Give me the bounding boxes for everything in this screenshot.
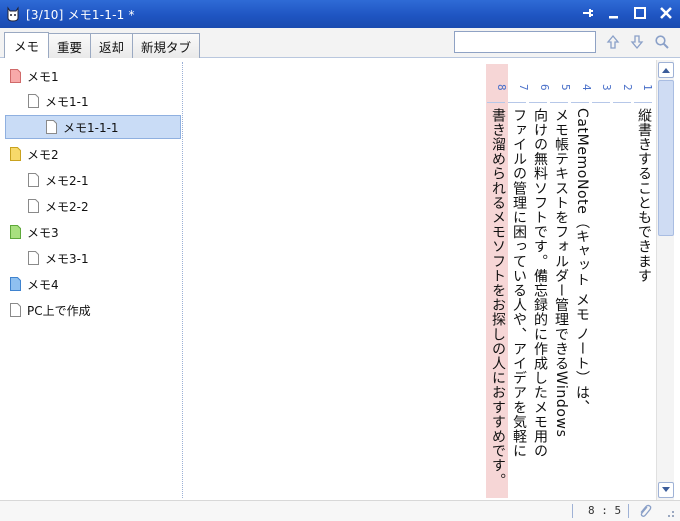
- tree-node-memo1[interactable]: メモ1: [10, 64, 59, 88]
- status-divider: [628, 504, 629, 518]
- tree-node-label: メモ1-1: [45, 94, 89, 109]
- tree-node-memo3[interactable]: メモ3: [10, 220, 59, 244]
- tab-new[interactable]: 新規タブ: [132, 33, 201, 58]
- search-input[interactable]: [454, 31, 596, 53]
- tree-node-label: メモ2-2: [45, 199, 89, 214]
- tree-node-pc-created[interactable]: PC上で作成: [10, 298, 91, 322]
- scroll-down-icon[interactable]: [658, 482, 674, 498]
- status-divider: [572, 504, 573, 518]
- cursor-position: 8 : 5: [588, 504, 622, 517]
- memo-green-icon: [10, 225, 21, 239]
- tree-node-memo3-1[interactable]: メモ3-1: [28, 246, 89, 270]
- tree-node-memo2-1[interactable]: メモ2-1: [28, 168, 89, 192]
- title-bar: [3/10] メモ1-1-1 *: [0, 0, 680, 28]
- pin-icon[interactable]: [578, 3, 598, 23]
- line-number-rule: [508, 102, 526, 103]
- scrollbar-thumb[interactable]: [658, 80, 674, 236]
- paperclip-icon[interactable]: [638, 503, 652, 521]
- editor-line: ファイルの管理に困っている人や、アイデアを気軽に: [511, 108, 527, 459]
- editor-line: 向けの無料ソフトです。備忘録的に作成したメモ用の: [532, 108, 548, 459]
- editor-line: CatMemoNote（キャット メモ ノート）は、: [574, 108, 590, 415]
- tree-node-label: メモ4: [27, 277, 59, 292]
- document-icon: [28, 94, 39, 108]
- minimize-icon[interactable]: [604, 3, 624, 23]
- line-number-rule: [571, 102, 589, 103]
- tree-node-label: メモ2: [27, 147, 59, 162]
- document-icon: [28, 173, 39, 187]
- tree-node-memo2[interactable]: メモ2: [10, 142, 59, 166]
- line-number-rule: [592, 102, 610, 103]
- editor-line-current: 書き溜められるメモソフトをお探しの人におすすめです。: [490, 108, 506, 488]
- memo-yellow-icon: [10, 147, 21, 161]
- status-bar: 8 : 5: [0, 500, 680, 521]
- tree-node-label: メモ1-1-1: [63, 120, 119, 135]
- cat-app-icon: [7, 6, 19, 22]
- line-number: 2: [621, 84, 634, 91]
- memo-blue-icon: [10, 277, 21, 291]
- line-number: 1: [641, 84, 654, 91]
- arrow-down-icon[interactable]: [627, 32, 647, 52]
- tree-node-label: メモ3: [27, 225, 59, 240]
- maximize-icon[interactable]: [630, 3, 650, 23]
- tree-node-memo2-2[interactable]: メモ2-2: [28, 194, 89, 218]
- document-icon: [28, 251, 39, 265]
- tree-node-memo1-1[interactable]: メモ1-1: [28, 89, 89, 113]
- scroll-up-icon[interactable]: [658, 62, 674, 78]
- pane-divider[interactable]: [182, 62, 183, 498]
- line-number: 6: [538, 84, 551, 91]
- tab-important[interactable]: 重要: [48, 33, 92, 58]
- tree-node-label: メモ1: [27, 69, 59, 84]
- tree-node-memo4[interactable]: メモ4: [10, 272, 59, 296]
- tab-return[interactable]: 返却: [90, 33, 134, 58]
- vertical-scrollbar[interactable]: [656, 60, 674, 500]
- tab-memo[interactable]: メモ: [4, 32, 50, 58]
- line-number: 4: [580, 84, 593, 91]
- line-number: 5: [559, 84, 572, 91]
- memo-tree: メモ1 メモ1-1 メモ1-1-1 メモ2 メモ2-1 メモ2-2 メモ3 メモ…: [0, 58, 182, 498]
- tab-bar: メモ 重要 返却 新規タブ: [0, 28, 680, 58]
- line-number: 8: [495, 84, 508, 91]
- window-title: [3/10] メモ1-1-1 *: [26, 7, 135, 22]
- document-icon: [28, 199, 39, 213]
- close-icon[interactable]: [656, 3, 676, 23]
- editor-line: 縦書きすることもできます: [636, 108, 652, 284]
- line-number-rule: [529, 102, 547, 103]
- arrow-up-icon[interactable]: [603, 32, 623, 52]
- line-number-rule: [613, 102, 631, 103]
- line-number: 7: [517, 84, 530, 91]
- line-number-rule: [487, 102, 505, 103]
- document-icon: [10, 303, 21, 317]
- tree-node-label: メモ3-1: [45, 251, 89, 266]
- resize-grip-icon[interactable]: [664, 507, 676, 521]
- tree-node-memo1-1-1[interactable]: メモ1-1-1: [5, 115, 181, 139]
- tree-node-label: メモ2-1: [45, 173, 89, 188]
- search-icon[interactable]: [652, 32, 672, 52]
- editor-line: メモ帳テキストをフォルダー管理できるWindows: [553, 108, 569, 438]
- document-icon: [46, 120, 57, 134]
- memo-red-icon: [10, 69, 21, 83]
- line-number: 3: [600, 84, 613, 91]
- line-number-rule: [550, 102, 568, 103]
- line-number-rule: [634, 102, 652, 103]
- tree-node-label: PC上で作成: [27, 303, 91, 318]
